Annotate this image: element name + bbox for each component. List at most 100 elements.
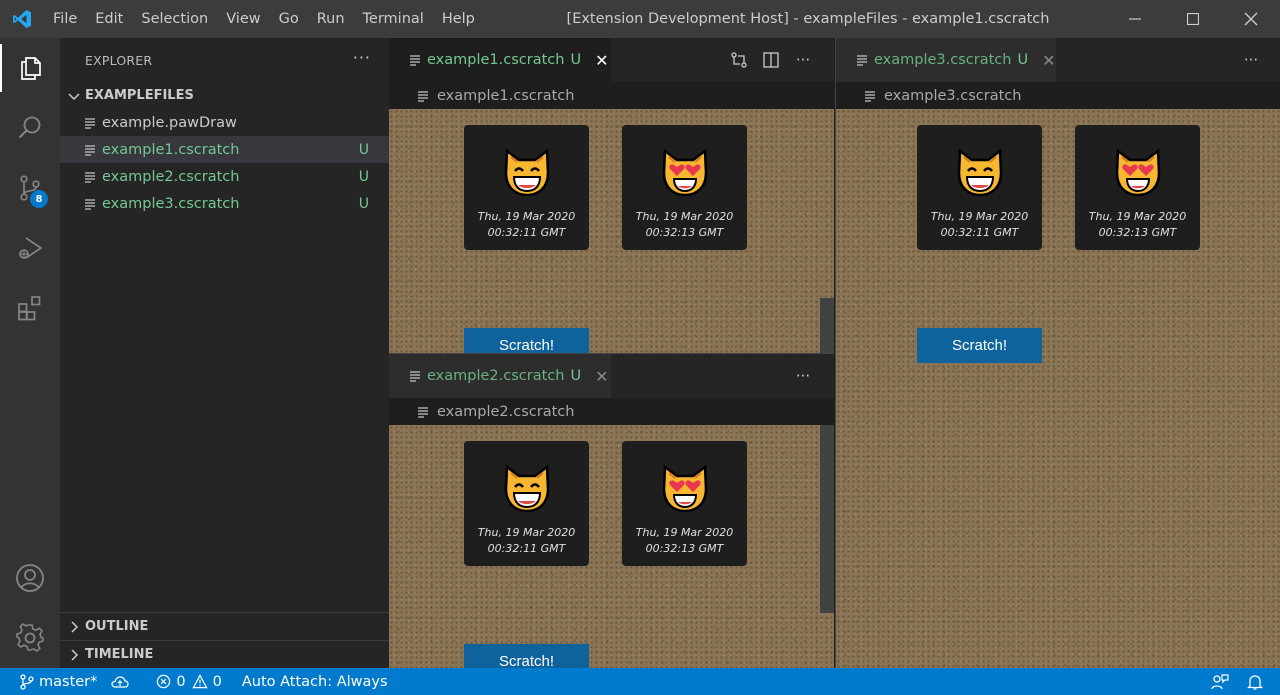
breadcrumb: example3.cscratch [836, 82, 1280, 109]
split-editor-icon[interactable] [755, 38, 787, 82]
grinning-cat-icon [504, 464, 550, 513]
timeline-section[interactable]: TIMELINE [60, 640, 389, 668]
branch-status[interactable]: master* [0, 668, 104, 695]
untracked-status: U [358, 141, 369, 158]
file-example2-cscratch[interactable]: example2.cscratch U [60, 163, 389, 190]
editor-actions: ··· [1235, 38, 1267, 82]
scratch-card[interactable]: Thu, 19 Mar 2020 00:32:11 GMT [917, 125, 1042, 250]
more-actions-icon[interactable]: ··· [353, 48, 371, 67]
tab-bar: example2.cscratch U ✕ ··· [389, 354, 834, 398]
tab-bar: example1.cscratch U ✕ ··· [389, 38, 834, 82]
accounts-icon[interactable] [0, 554, 60, 602]
source-control-icon[interactable]: 8 [0, 164, 60, 212]
scratch-card[interactable]: Thu, 19 Mar 2020 00:32:13 GMT [1075, 125, 1200, 250]
minimize-button[interactable] [1106, 0, 1164, 38]
explorer-icon[interactable] [0, 44, 60, 92]
timeline-label: TIMELINE [85, 647, 154, 662]
file-example3-cscratch[interactable]: example3.cscratch U [60, 190, 389, 217]
more-actions-icon[interactable]: ··· [787, 354, 819, 398]
file-name: example2.cscratch [102, 168, 240, 185]
more-actions-icon[interactable]: ··· [1235, 38, 1267, 82]
menu-selection[interactable]: Selection [132, 0, 217, 38]
card-timestamp: Thu, 19 Mar 2020 00:32:13 GMT [635, 526, 734, 555]
close-tab-icon[interactable]: ✕ [1042, 51, 1055, 70]
tab-status: U [1017, 52, 1029, 68]
maximize-button[interactable] [1164, 0, 1222, 38]
scrollbar-thumb[interactable] [820, 425, 834, 613]
tab-label: example3.cscratch [874, 52, 1012, 68]
menu-help[interactable]: Help [433, 0, 484, 38]
menu-view[interactable]: View [217, 0, 269, 38]
extensions-icon[interactable] [0, 284, 60, 332]
file-lines-icon [84, 144, 96, 156]
bell-icon [1247, 674, 1263, 690]
file-lines-icon [410, 55, 420, 66]
activity-bar: 8 [0, 38, 60, 668]
card-timestamp: Thu, 19 Mar 2020 00:32:11 GMT [930, 210, 1029, 239]
close-tab-icon[interactable]: ✕ [595, 51, 608, 70]
tab-example2[interactable]: example2.cscratch U ✕ [389, 354, 611, 398]
scratch-card[interactable]: Thu, 19 Mar 2020 00:32:13 GMT [622, 441, 747, 566]
scratch-card[interactable]: Thu, 19 Mar 2020 00:32:13 GMT [622, 125, 747, 250]
window-title: [Extension Development Host] - exampleFi… [566, 11, 1050, 27]
menu-file[interactable]: File [44, 0, 86, 38]
menu-bar: File Edit Selection View Go Run Terminal… [44, 0, 484, 38]
outline-label: OUTLINE [85, 619, 149, 634]
close-window-button[interactable] [1222, 0, 1280, 38]
file-example-pawdraw[interactable]: example.pawDraw [60, 109, 389, 136]
tab-example1[interactable]: example1.cscratch U ✕ [389, 38, 611, 82]
scratch-button[interactable]: Scratch! [464, 644, 589, 668]
scratch-button[interactable]: Scratch! [464, 328, 589, 353]
source-control-badge: 8 [30, 190, 48, 208]
manage-gear-icon[interactable] [0, 614, 60, 662]
feedback-icon [1211, 673, 1229, 689]
folder-label: EXAMPLEFILES [85, 88, 194, 103]
error-icon [157, 674, 171, 689]
editor-group-3: example3.cscratch U ✕ ··· example3.cscra… [835, 38, 1280, 668]
search-icon[interactable] [0, 104, 60, 152]
menu-run[interactable]: Run [308, 0, 354, 38]
menu-terminal[interactable]: Terminal [354, 0, 433, 38]
untracked-status: U [358, 195, 369, 212]
scratch-canvas: Thu, 19 Mar 2020 00:32:11 GMT Thu, 19 Mar… [836, 109, 1280, 668]
run-debug-icon[interactable] [0, 224, 60, 272]
tab-example3[interactable]: example3.cscratch U ✕ [836, 38, 1056, 82]
error-count: 0 [176, 673, 186, 690]
problems-status[interactable]: 0 0 [149, 668, 228, 695]
scratch-canvas: Thu, 19 Mar 2020 00:32:11 GMT Thu, 19 Mar… [389, 425, 834, 668]
more-actions-icon[interactable]: ··· [787, 38, 819, 82]
breadcrumb-file[interactable]: example3.cscratch [884, 88, 1021, 104]
heart-eyes-cat-icon [662, 148, 708, 197]
explorer-title: EXPLORER [85, 52, 153, 68]
scratch-button[interactable]: Scratch! [917, 328, 1042, 363]
breadcrumb: example2.cscratch [389, 398, 834, 425]
feedback-button[interactable] [1204, 668, 1241, 695]
heart-eyes-cat-icon [662, 464, 708, 513]
file-name: example3.cscratch [102, 195, 240, 212]
file-example1-cscratch[interactable]: example1.cscratch U [60, 136, 389, 163]
menu-go[interactable]: Go [270, 0, 308, 38]
open-changes-icon[interactable] [723, 38, 755, 82]
file-lines-icon [857, 55, 867, 66]
scratch-card[interactable]: Thu, 19 Mar 2020 00:32:11 GMT [464, 441, 589, 566]
file-lines-icon [84, 171, 96, 183]
branch-name: master* [39, 673, 98, 690]
breadcrumb-file[interactable]: example1.cscratch [437, 88, 574, 104]
card-timestamp: Thu, 19 Mar 2020 00:32:13 GMT [635, 210, 734, 239]
breadcrumb-file[interactable]: example2.cscratch [437, 404, 574, 420]
close-tab-icon[interactable]: ✕ [595, 367, 608, 386]
notifications-button[interactable] [1240, 668, 1275, 695]
scratch-card[interactable]: Thu, 19 Mar 2020 00:32:11 GMT [464, 125, 589, 250]
auto-attach-status[interactable]: Auto Attach: Always [235, 668, 395, 695]
folder-examplefiles[interactable]: EXAMPLEFILES [60, 82, 389, 109]
outline-section[interactable]: OUTLINE [60, 612, 389, 640]
card-timestamp: Thu, 19 Mar 2020 00:32:11 GMT [477, 210, 576, 239]
sync-button[interactable] [104, 668, 141, 695]
scrollbar-thumb[interactable] [820, 298, 834, 353]
menu-edit[interactable]: Edit [86, 0, 132, 38]
chevron-right-icon [71, 648, 79, 661]
git-branch-icon [20, 673, 34, 690]
tab-status: U [570, 368, 582, 384]
breadcrumb: example1.cscratch [389, 82, 834, 109]
tab-label: example1.cscratch [427, 52, 565, 68]
